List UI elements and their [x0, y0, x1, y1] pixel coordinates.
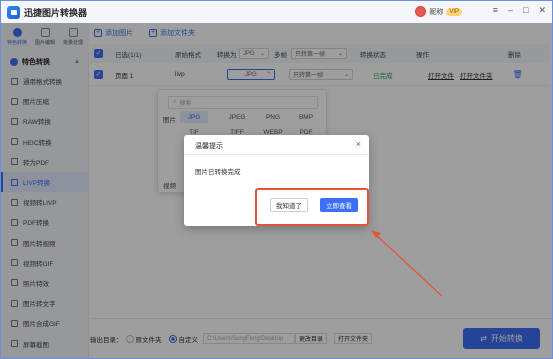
- annotation-arrow: [371, 230, 443, 297]
